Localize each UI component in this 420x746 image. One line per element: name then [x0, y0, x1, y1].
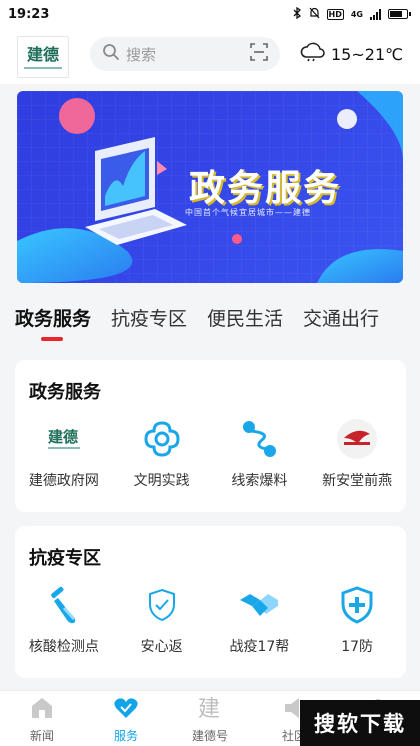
tab-daily-life[interactable]: 便民生活 — [207, 304, 283, 341]
category-tabs: 政务服务 抗疫专区 便民生活 交通出行 — [0, 300, 420, 344]
shield-check-icon — [141, 584, 183, 626]
logo-text: 建德 — [26, 44, 59, 64]
nav-label: 新闻 — [29, 729, 54, 743]
mute-bell-icon — [309, 7, 320, 22]
service-item-safe-return[interactable]: 安心返 — [113, 584, 211, 656]
service-item-jiande-gov[interactable]: 建德 建德政府网 — [15, 418, 113, 490]
service-label: 17防 — [341, 639, 374, 655]
service-item-17-prevention[interactable]: 17防 — [308, 584, 406, 656]
search-bar[interactable]: 搜索 — [90, 37, 280, 71]
search-icon — [102, 43, 120, 65]
tab-transport[interactable]: 交通出行 — [303, 304, 379, 341]
tab-label: 抗疫专区 — [111, 307, 188, 330]
handshake-icon — [238, 584, 280, 626]
service-item-tips[interactable]: 线索爆料 — [211, 418, 309, 490]
tab-label: 政务服务 — [15, 307, 92, 330]
section-title: 抗疫专区 — [29, 548, 101, 569]
banner-title: 政务服务 — [189, 168, 342, 209]
nav-item-jiande-hao[interactable]: 建 建德号 — [168, 691, 252, 746]
xinan-logo-icon — [336, 418, 378, 460]
signal-icon — [370, 8, 381, 20]
service-item-civilization[interactable]: 文明实践 — [113, 418, 211, 490]
heart-icon — [113, 695, 139, 725]
header: 建德 搜索 15~21℃ — [0, 28, 420, 84]
weather-temperature: 15~21℃ — [331, 44, 404, 64]
service-label: 文明实践 — [133, 473, 190, 489]
service-label: 建德政府网 — [28, 473, 99, 489]
tab-gov-services[interactable]: 政务服务 — [15, 304, 91, 341]
watermark-overlay: 搜软下载 — [300, 700, 420, 746]
weather-widget[interactable]: 15~21℃ — [300, 42, 403, 66]
shield-plus-icon — [336, 584, 378, 626]
hd-icon: HD — [326, 8, 344, 20]
banner-subtitle: 中国首个气候宜居城市——建德 — [185, 208, 311, 217]
logo-underline — [24, 66, 62, 69]
section-card-gov: 政务服务 建德 建德政府网 文明实践 线索爆料 新安堂前燕 — [15, 360, 406, 512]
nav-label: 服务 — [113, 729, 138, 743]
tab-label: 交通出行 — [303, 307, 380, 330]
nav-item-services[interactable]: 服务 — [84, 691, 168, 746]
cloud-icon — [300, 42, 326, 66]
service-item-nucleic-test[interactable]: 核酸检测点 — [15, 584, 113, 656]
section-card-epidemic: 抗疫专区 核酸检测点 安心返 战疫17帮 17防 — [15, 526, 406, 678]
status-time: 19:23 — [8, 6, 50, 22]
promo-banner[interactable]: 政务服务 中国首个气候宜居城市——建德 — [17, 91, 403, 283]
battery-icon — [388, 9, 411, 19]
home-icon — [29, 695, 55, 725]
svg-text:建: 建 — [198, 697, 220, 721]
network-label: 4G — [350, 9, 363, 19]
status-bar: 19:23 HD 4G — [0, 0, 420, 28]
service-item-17-help[interactable]: 战疫17帮 — [211, 584, 309, 656]
service-label: 核酸检测点 — [28, 639, 99, 655]
scan-icon[interactable] — [250, 43, 268, 65]
tab-epidemic[interactable]: 抗疫专区 — [111, 304, 187, 341]
service-item-xinan[interactable]: 新安堂前燕 — [308, 418, 406, 490]
jiande-logo-icon: 建德 — [43, 418, 85, 460]
svg-text:建德: 建德 — [48, 428, 78, 446]
search-input[interactable]: 搜索 — [126, 44, 250, 65]
status-icons: HD 4G — [293, 6, 411, 22]
nav-label: 建德号 — [191, 729, 228, 743]
service-label: 战疫17帮 — [229, 639, 290, 655]
flower-icon — [141, 418, 183, 460]
jiande-char-icon: 建 — [197, 695, 223, 725]
tab-active-indicator — [41, 336, 63, 341]
tab-label: 便民生活 — [207, 307, 284, 330]
bluetooth-icon — [293, 6, 302, 22]
share-link-icon — [238, 418, 280, 460]
service-grid: 核酸检测点 安心返 战疫17帮 17防 — [15, 584, 406, 656]
service-label: 安心返 — [140, 639, 183, 655]
section-title: 政务服务 — [29, 382, 101, 403]
test-tube-icon — [43, 584, 85, 626]
service-grid: 建德 建德政府网 文明实践 线索爆料 新安堂前燕 — [15, 418, 406, 490]
service-label: 新安堂前燕 — [322, 473, 393, 489]
service-label: 线索爆料 — [231, 473, 288, 489]
nav-item-news[interactable]: 新闻 — [0, 691, 84, 746]
watermark-text: 搜软下载 — [314, 712, 406, 736]
app-logo[interactable]: 建德 — [17, 36, 69, 78]
